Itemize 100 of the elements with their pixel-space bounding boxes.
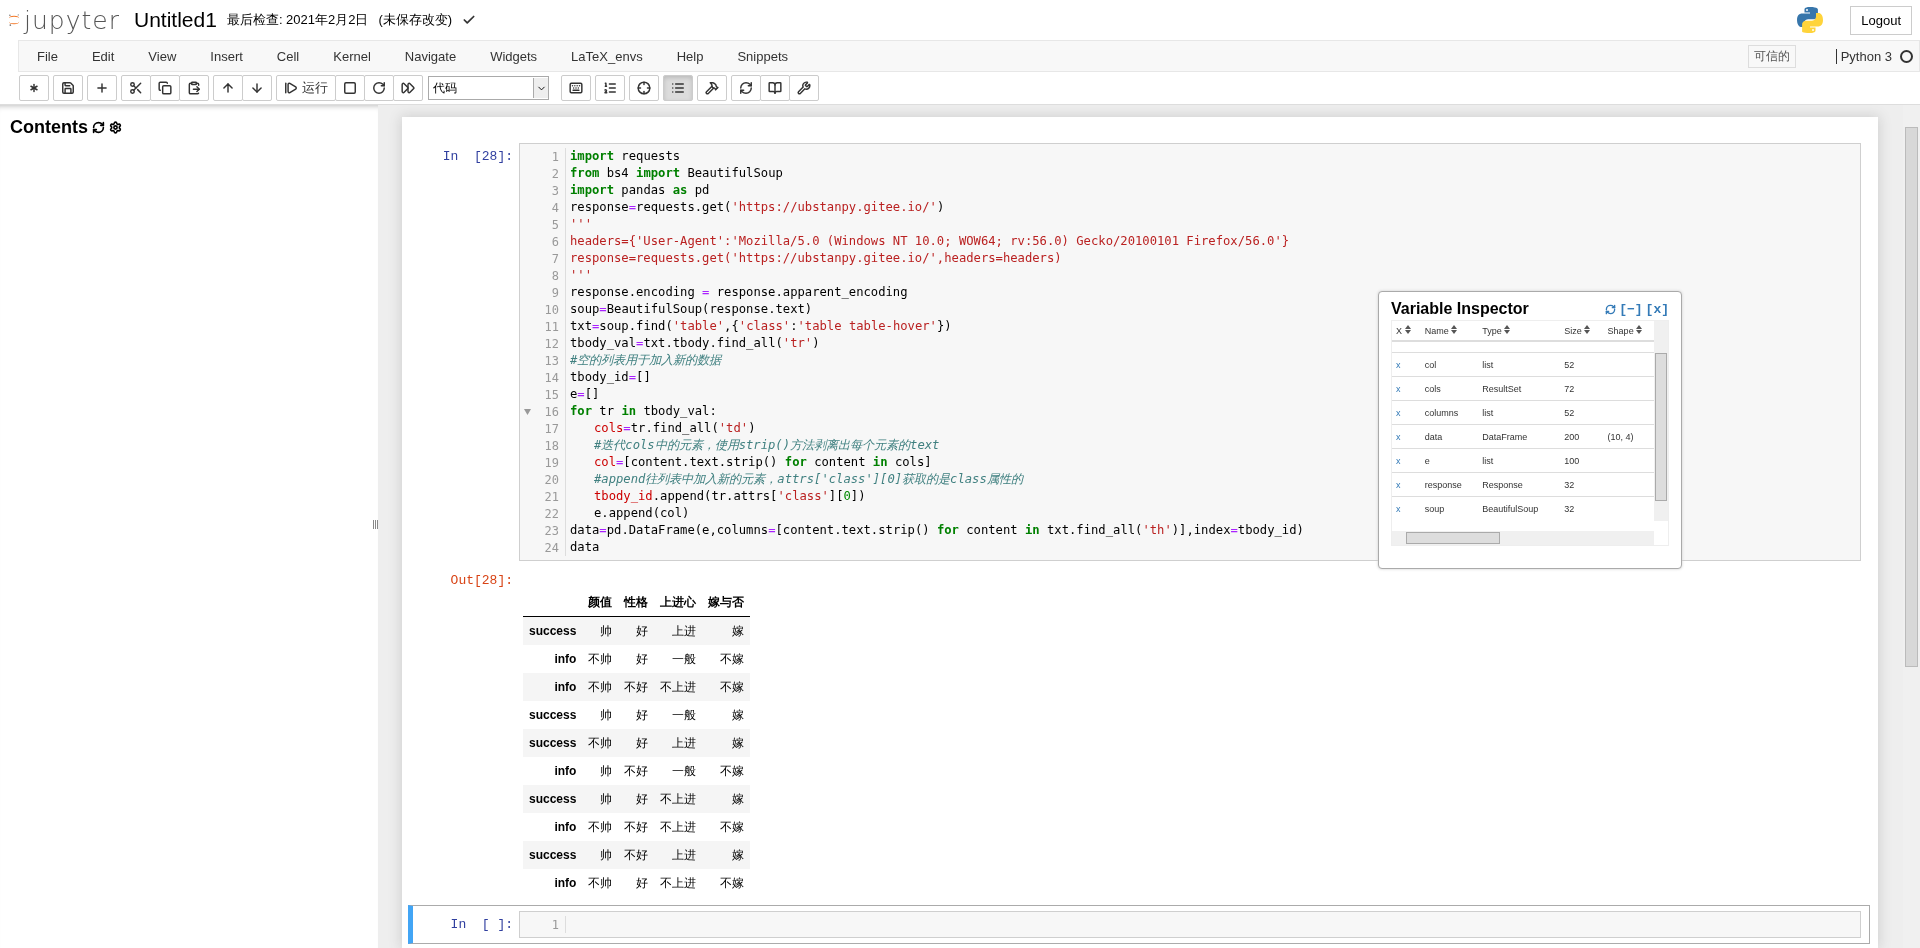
table-cell: 一般 (654, 701, 703, 729)
settings-icon[interactable] (109, 121, 122, 134)
line-number: 19 (544, 455, 559, 470)
keyboard-button[interactable] (561, 75, 591, 101)
sort-icon[interactable] (1636, 325, 1643, 334)
kernel-name: Python 3 (1835, 48, 1892, 64)
menu-item[interactable]: Navigate (387, 48, 474, 64)
numbered-list-button[interactable] (595, 75, 625, 101)
hammer-icon (705, 81, 719, 95)
column-header[interactable]: Shape (1607, 326, 1634, 336)
code-line: ''' (569, 216, 592, 233)
copy-button[interactable] (150, 75, 180, 101)
code-line: data (569, 539, 600, 556)
table-cell: 不嫁 (702, 645, 751, 673)
variable-type: list (1478, 400, 1561, 425)
line-number: 14 (544, 370, 559, 385)
move-up-button[interactable] (213, 75, 243, 101)
code-cell[interactable]: In [ ]: 1 (408, 905, 1870, 944)
cut-button[interactable] (121, 75, 151, 101)
table-cell: 不好 (618, 757, 655, 785)
menu-item[interactable]: File (19, 48, 75, 64)
menu-item[interactable]: Help (659, 48, 721, 64)
table-cell: 不嫁 (702, 813, 751, 841)
column-header: 嫁与否 (702, 589, 751, 617)
delete-link[interactable]: x (1396, 383, 1401, 394)
variable-size: 200 (1560, 424, 1604, 449)
menu-item[interactable]: Edit (74, 48, 132, 64)
list-icon (671, 81, 685, 95)
notebook-name[interactable]: Untitled1 (134, 8, 217, 32)
hammer-button[interactable] (697, 75, 727, 101)
splitter-handle-icon[interactable] (373, 520, 378, 529)
variable-name: data (1420, 424, 1479, 449)
fold-arrow-icon[interactable] (523, 408, 531, 415)
table-cell: 不好 (618, 841, 655, 869)
move-down-button[interactable] (242, 75, 272, 101)
save-button[interactable] (53, 75, 83, 101)
delete-link[interactable]: x (1396, 407, 1401, 418)
delete-link[interactable]: x (1396, 503, 1401, 514)
delete-link[interactable]: x (1396, 455, 1401, 466)
menu-item[interactable]: Widgets (473, 48, 555, 64)
delete-link[interactable]: x (1396, 479, 1401, 490)
sort-icon[interactable] (1451, 325, 1458, 334)
close-link[interactable]: [x] (1645, 301, 1669, 317)
table-cell: 不帅 (582, 645, 619, 673)
code-line: e.append(col) (593, 505, 690, 522)
table-cell: 嫁 (702, 701, 751, 729)
wrench-button[interactable] (789, 75, 819, 101)
checkpoint-text: 最后检查: 2021年2月2日 (226, 11, 369, 29)
sort-icon[interactable] (1584, 325, 1591, 334)
row-index: success (523, 701, 583, 729)
menu-item[interactable]: Kernel (316, 48, 388, 64)
cell-type-dropdown[interactable]: 代码 (428, 76, 549, 100)
add-cell-button[interactable] (87, 75, 117, 101)
sidebar-title: Contents (10, 117, 88, 138)
restart-icon (372, 81, 386, 95)
table-cell: 不上进 (654, 813, 703, 841)
stop-button[interactable] (335, 75, 365, 101)
variable-name: cols (1420, 376, 1479, 401)
line-number: 16 (544, 404, 559, 419)
refresh-icon[interactable] (92, 121, 105, 134)
code-line: response=requests.get('https://ubstanpy.gitee.io/') (569, 199, 945, 216)
sort-icon[interactable] (1404, 325, 1411, 334)
collapse-link[interactable]: [−] (1619, 301, 1643, 317)
menu-item[interactable]: LaTeX_envs (554, 48, 660, 64)
column-header[interactable]: Name (1424, 326, 1449, 336)
menu-item[interactable]: Insert (193, 48, 260, 64)
column-header[interactable]: Size (1564, 326, 1582, 336)
table-cell: 不上进 (654, 673, 703, 701)
line-number: 9 (551, 285, 559, 300)
run-button[interactable]: 运行 (276, 75, 336, 101)
line-number: 4 (551, 200, 559, 215)
delete-link[interactable]: x (1396, 431, 1401, 442)
fast-forward-button[interactable] (393, 75, 423, 101)
menu-item[interactable]: View (131, 48, 194, 64)
crosshair-icon (637, 81, 651, 95)
restart-button[interactable] (364, 75, 394, 101)
row-index: info (523, 673, 583, 701)
column-header[interactable]: X (1396, 326, 1402, 336)
table-cell: 不帅 (582, 869, 619, 897)
vertical-scrollbar[interactable] (1654, 321, 1668, 521)
code-line: tbody_val=txt.tbody.find_all('tr') (569, 335, 820, 352)
line-number: 24 (544, 540, 559, 555)
table-cell: 一般 (654, 645, 703, 673)
trusted-indicator[interactable]: 可信的 (1747, 44, 1796, 68)
table-cell: 好 (618, 785, 655, 813)
refresh-button[interactable] (731, 75, 761, 101)
menu-item[interactable]: Snippets (720, 48, 805, 64)
logout-button[interactable]: Logout (1850, 5, 1912, 35)
table-of-contents-button[interactable] (663, 75, 693, 101)
horizontal-scrollbar[interactable] (1392, 531, 1654, 545)
sort-icon[interactable] (1504, 325, 1511, 334)
crosshair-button[interactable] (629, 75, 659, 101)
column-header[interactable]: Type (1482, 326, 1502, 336)
paste-button[interactable] (179, 75, 209, 101)
table-cell: 一般 (654, 757, 703, 785)
menu-item[interactable]: Cell (259, 48, 317, 64)
delete-link[interactable]: x (1396, 359, 1401, 370)
variable-size: 32 (1560, 472, 1604, 497)
command-palette-button[interactable] (19, 75, 49, 101)
book-button[interactable] (760, 75, 790, 101)
